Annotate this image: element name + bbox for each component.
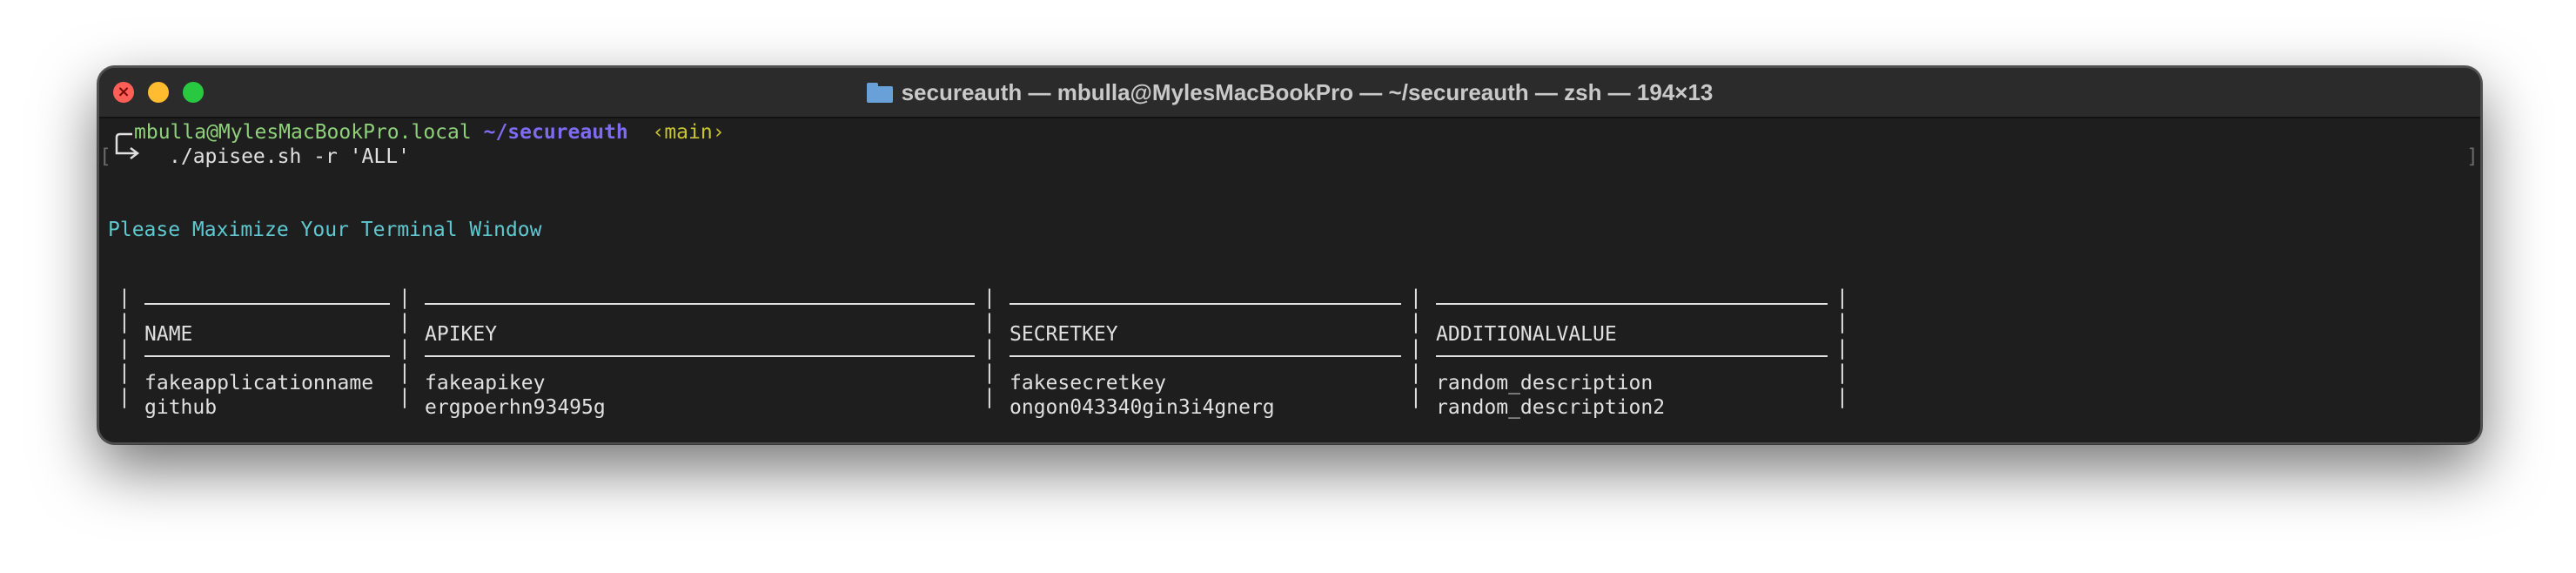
header-additionalvalue: ADDITIONALVALUE [1436,323,1617,346]
table-separator: | [118,337,131,360]
table-separator: | [1836,386,1848,408]
table-rule [1010,303,1401,305]
table-cell: fakeapikey [425,372,546,394]
prompt-line: mbulla@MylesMacBookPro.local ~/secureaut… [134,120,725,145]
table-cell: ongon043340gin3i4gnerg [1010,396,1275,419]
table-separator: | [983,286,996,309]
table-separator: | [983,386,996,408]
title-bar[interactable]: × secureauth — mbulla@MylesMacBookPro — … [99,68,2480,118]
terminal-content[interactable]: mbulla@MylesMacBookPro.local ~/secureaut… [99,118,2480,442]
command-text: ./apisee.sh -r 'ALL' [169,145,410,168]
table-separator: | [983,337,996,360]
table-separator: | [118,386,131,408]
table-rule [1436,303,1828,305]
table-rule [1010,355,1401,357]
table-separator: | [399,286,411,309]
table-separator: | [399,386,411,408]
right-bracket: ] [2466,145,2479,168]
table-cell: fakeapplicationname [144,372,374,394]
folder-icon [866,83,893,103]
table-cell: ergpoerhn93495g [425,396,606,419]
table-separator: | [1410,361,1422,384]
table-cell: github [144,396,218,419]
left-bracket: [ [99,145,111,168]
table-rule [425,303,975,305]
table-separator: | [118,286,131,309]
prompt-path: ~/secureauth [483,121,628,144]
prompt-branch: ‹main› [652,121,725,144]
table-separator: | [1410,386,1422,408]
table-cell: random_description [1436,372,1654,394]
prompt-user-host: mbulla@MylesMacBookPro.local [134,121,472,144]
table-separator: | [118,361,131,384]
table-separator: | [399,337,411,360]
window-title: secureauth — mbulla@MylesMacBookPro — ~/… [901,78,1714,105]
header-apikey: APIKEY [425,323,498,346]
header-secretkey: SECRETKEY [1010,323,1118,346]
maximize-message: Please Maximize Your Terminal Window [108,219,542,241]
table-separator: | [1410,311,1422,334]
table-rule [425,355,975,357]
window-title-container: secureauth — mbulla@MylesMacBookPro — ~/… [99,68,2480,117]
terminal-window: × secureauth — mbulla@MylesMacBookPro — … [97,66,2482,444]
table-rule [1436,355,1828,357]
table-separator: | [983,361,996,384]
table-rule [144,303,390,305]
table-separator: | [118,311,131,334]
table-separator: | [1836,286,1848,309]
table-separator: | [399,311,411,334]
table-separator: | [1410,286,1422,309]
table-separator: | [1410,337,1422,360]
table-cell: fakesecretkey [1010,372,1167,394]
table-separator: | [983,311,996,334]
header-name: NAME [144,323,193,346]
table-rule [144,355,390,357]
table-cell: random_description2 [1436,396,1666,419]
prompt-arrow-icon [115,132,140,159]
table-separator: | [1836,311,1848,334]
table-separator: | [399,361,411,384]
table-separator: | [1836,337,1848,360]
table-separator: | [1836,361,1848,384]
